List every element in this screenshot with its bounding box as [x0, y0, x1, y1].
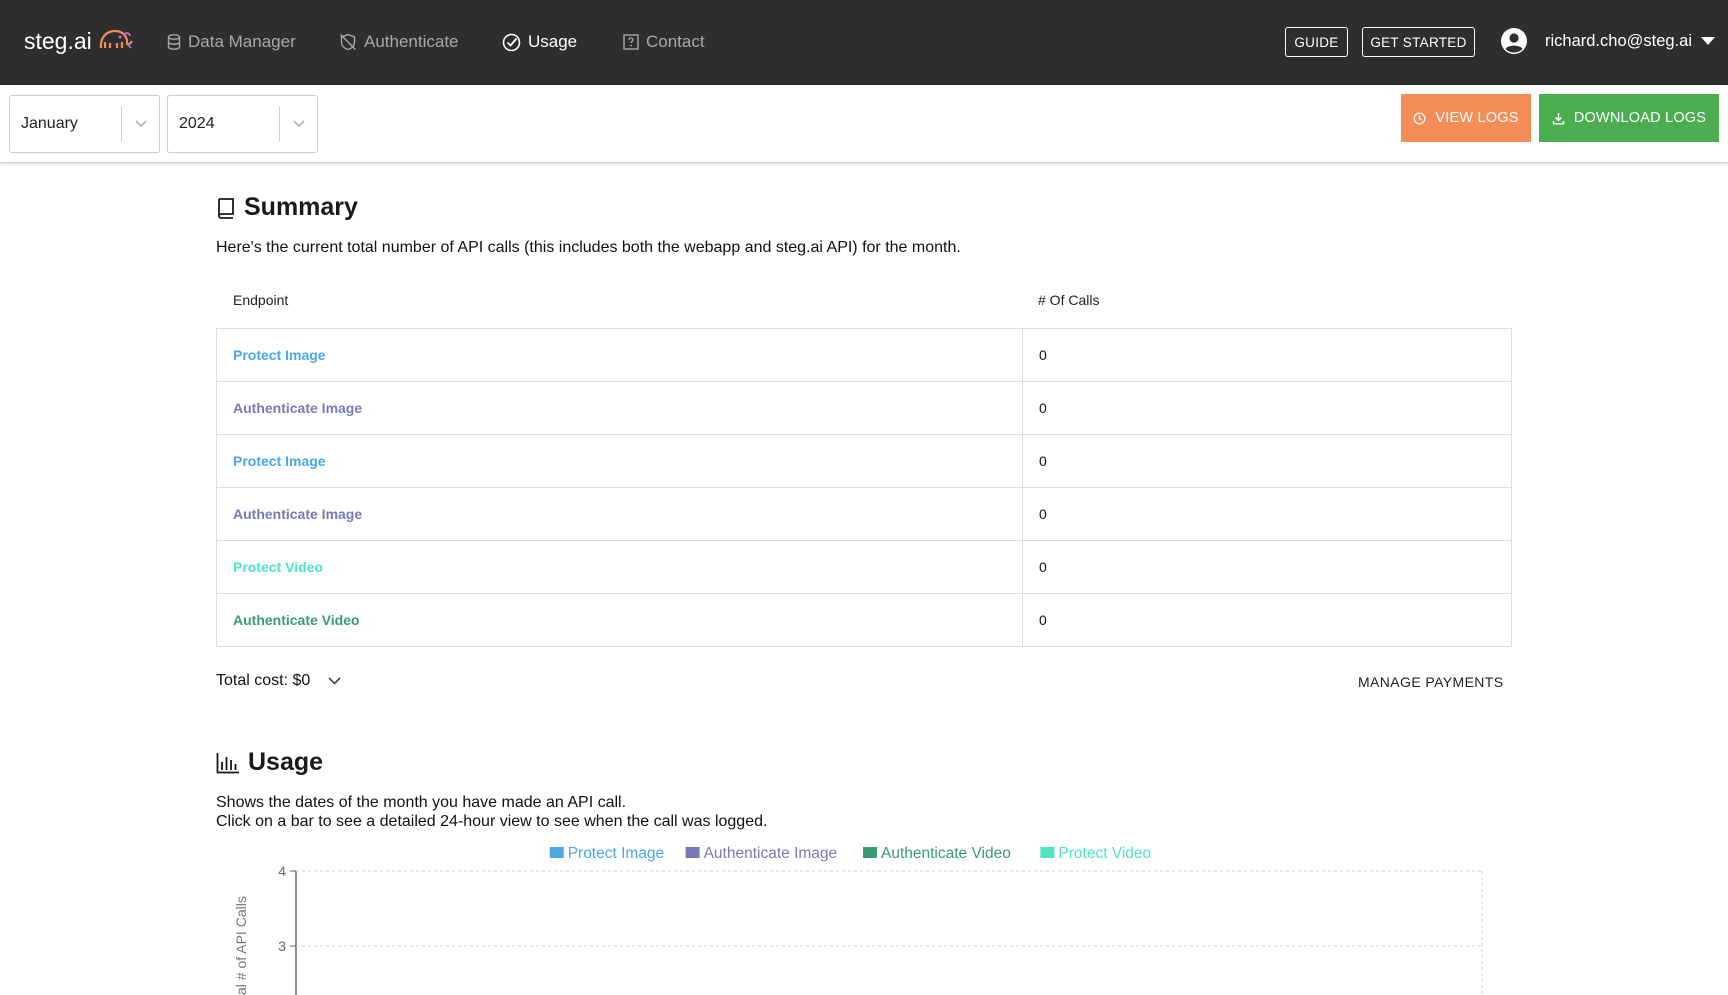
summary-title: Summary: [244, 193, 358, 221]
nav-contact-label: Contact: [646, 32, 705, 51]
nav-contact[interactable]: Contact: [623, 32, 705, 52]
legend-item-label[interactable]: Authenticate Image: [704, 845, 838, 862]
year-select-value: 2024: [179, 115, 215, 132]
usage-chart: Protect Image Authenticate Image Authentic…: [233, 845, 1483, 995]
filter-bar: January 2024 VIEW LOGS DOWNLOAD LOGS: [0, 85, 1728, 163]
table-row: Authenticate Video 0: [217, 594, 1511, 647]
month-select[interactable]: January: [9, 95, 160, 153]
calls-value: 0: [1039, 400, 1047, 416]
y-axis-label: al # of API Calls: [233, 896, 249, 995]
calls-value: 0: [1039, 347, 1047, 363]
endpoint-column-header: Endpoint: [233, 292, 289, 308]
help-box-icon: [623, 34, 639, 50]
chevron-down-icon: [328, 677, 341, 685]
endpoint-link[interactable]: Authenticate Image: [217, 488, 1023, 540]
endpoint-link[interactable]: Protect Video: [217, 541, 1023, 593]
table-row: Authenticate Image 0: [217, 382, 1511, 435]
legend-item-label[interactable]: Protect Video: [1058, 845, 1151, 862]
legend-item-label[interactable]: Protect Image: [568, 845, 665, 862]
calls-value: 0: [1039, 453, 1047, 469]
chevron-down-icon[interactable]: [122, 120, 159, 128]
nav-usage-label: Usage: [528, 32, 578, 51]
usage-description-line2: Click on a bar to see a detailed 24-hour…: [216, 813, 768, 830]
summary-description: Here's the current total number of API c…: [216, 239, 961, 256]
legend-item-label[interactable]: Authenticate Video: [881, 845, 1011, 862]
gauge-check-icon: [502, 33, 521, 51]
calls-value: 0: [1039, 506, 1047, 522]
table-row: Protect Image 0: [217, 329, 1511, 382]
account-circle-icon: [1501, 28, 1527, 54]
chart-grid: 43: [278, 863, 1483, 995]
history-icon: [1413, 112, 1426, 124]
book-icon: [218, 197, 234, 219]
table-row: Protect Video 0: [217, 541, 1511, 594]
calls-value: 0: [1039, 559, 1047, 575]
manage-payments-button[interactable]: MANAGE PAYMENTS: [1358, 674, 1504, 690]
top-nav: steg.ai Data Manager Authenticate Usage: [0, 0, 1728, 85]
table-row: Protect Image 0: [217, 435, 1511, 488]
chart-legend: Protect Image Authenticate Image Authentic…: [549, 845, 1151, 862]
legend-swatch[interactable]: [549, 847, 564, 858]
usage-description-line1: Shows the dates of the month you have ma…: [216, 794, 627, 811]
view-logs-button[interactable]: VIEW LOGS: [1401, 94, 1531, 142]
legend-swatch[interactable]: [685, 847, 700, 858]
nav-data-manager-label: Data Manager: [188, 32, 296, 51]
shield-off-icon: [340, 33, 356, 51]
nav-data-manager[interactable]: Data Manager: [167, 32, 296, 52]
guide-button[interactable]: GUIDE: [1285, 27, 1348, 57]
year-select[interactable]: 2024: [167, 95, 318, 153]
database-icon: [167, 34, 181, 50]
legend-swatch[interactable]: [863, 847, 877, 858]
user-email: richard.cho@steg.ai: [1545, 31, 1692, 50]
nav-authenticate-label: Authenticate: [364, 32, 459, 51]
usage-heading: Usage: [216, 748, 323, 777]
nav-usage[interactable]: Usage: [502, 32, 577, 52]
y-tick-label: 3: [278, 938, 286, 954]
nav-authenticate[interactable]: Authenticate: [339, 32, 459, 52]
brand-name: steg.ai: [24, 27, 92, 54]
endpoint-link[interactable]: Protect Image: [217, 329, 1023, 381]
endpoint-link[interactable]: Protect Image: [217, 435, 1023, 487]
month-select-value: January: [21, 115, 78, 132]
calls-value: 0: [1039, 612, 1047, 628]
table-row: Authenticate Image 0: [217, 488, 1511, 541]
download-logs-button[interactable]: DOWNLOAD LOGS: [1539, 94, 1719, 142]
user-menu[interactable]: richard.cho@steg.ai: [1500, 27, 1715, 55]
api-calls-table: Protect Image 0 Authenticate Image 0 Pro…: [216, 328, 1512, 647]
get-started-button[interactable]: GET STARTED: [1362, 27, 1475, 57]
endpoint-link[interactable]: Authenticate Video: [217, 594, 1023, 646]
caret-down-icon: [1701, 37, 1715, 45]
chevron-down-icon[interactable]: [280, 120, 317, 128]
download-logs-label: DOWNLOAD LOGS: [1573, 110, 1707, 126]
y-tick-label: 4: [278, 863, 286, 879]
elephant-logo-icon: [99, 29, 133, 49]
total-cost-text: Total cost: $0: [216, 672, 311, 689]
calls-column-header: # Of Calls: [1038, 292, 1100, 308]
brand-logo-link[interactable]: steg.ai: [24, 26, 134, 56]
usage-title: Usage: [248, 748, 324, 776]
bar-chart-icon: [216, 752, 239, 773]
total-cost-toggle[interactable]: Total cost: $0: [216, 672, 341, 690]
summary-heading: Summary: [216, 193, 358, 222]
download-icon: [1552, 112, 1565, 124]
legend-swatch[interactable]: [1040, 847, 1055, 858]
view-logs-label: VIEW LOGS: [1435, 110, 1519, 126]
endpoint-link[interactable]: Authenticate Image: [217, 382, 1023, 434]
